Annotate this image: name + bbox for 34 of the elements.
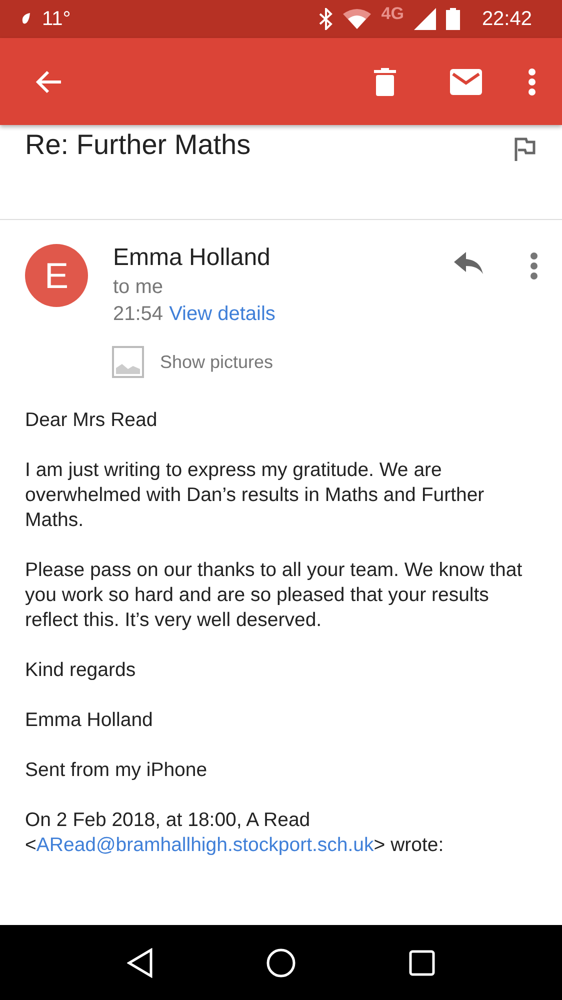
square-icon [409,950,436,976]
leaf-icon [20,12,32,26]
signal-icon [414,8,436,30]
sender-avatar: E [25,244,88,307]
network-label: 4G [381,4,404,24]
message-paragraph: I am just writing to express my gratitude. We are overwhelmed with Dan’s results in Maths and Further Maths. [25,458,486,533]
image-icon [112,346,144,378]
clock: 22:42 [482,8,532,30]
show-pictures-link[interactable]: Show pictures [160,352,274,372]
back-arrow-icon [36,70,62,94]
flag-icon [514,137,536,161]
email-subject: Re: Further Maths [25,129,252,161]
view-details-link[interactable]: View details [169,303,276,326]
trash-icon [374,68,396,96]
email-link[interactable]: ARead@bramhallhigh.stockport.sch.uk [36,834,374,856]
message-paragraph: Emma Holland [25,708,154,733]
quote-header: On 2 Feb 2018, at 18:00, A Read <ARead@bramhallhigh.stockport.sch.uk> wrote: [25,808,445,858]
sender-name: Emma Holland [113,244,270,272]
temperature: 11° [42,8,71,30]
wifi-icon [343,9,372,29]
battery-icon [446,8,460,30]
recipient: to me [113,276,164,299]
more-icon [528,68,536,96]
bluetooth-icon [319,8,334,30]
triangle-icon [126,948,153,978]
envelope-icon [450,68,482,94]
circle-icon [266,948,296,978]
more-icon [530,252,538,280]
message-paragraph: Dear Mrs Read [25,408,158,433]
message-paragraph: Please pass on our thanks to all your team. We know that you work so hard and are so pleased that your results reflect this. It’s very well deserved. [25,558,524,633]
message-paragraph: Kind regards [25,658,137,683]
sent-time: 21:54 [113,303,164,326]
message-paragraph: Sent from my iPhone [25,758,208,783]
reply-icon [454,252,484,274]
